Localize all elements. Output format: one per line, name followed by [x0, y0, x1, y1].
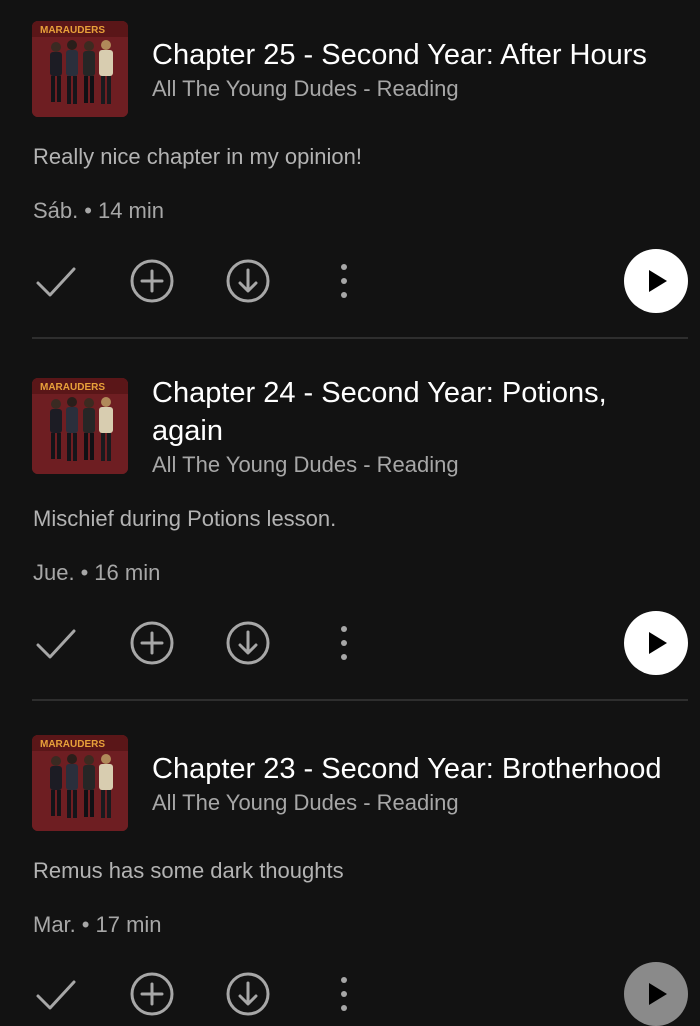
episode-cover-image [32, 735, 128, 831]
meta-separator: • [80, 560, 89, 585]
episode-meta: Jue. • 16 min [33, 559, 160, 587]
mark-played-button[interactable] [32, 619, 80, 667]
meta-separator: • [81, 912, 90, 937]
download-button[interactable] [224, 970, 272, 1018]
download-circle-icon [226, 621, 270, 665]
release-day: Sáb. [33, 198, 79, 223]
play-button[interactable] [624, 962, 688, 1026]
episode-title[interactable]: Chapter 23 - Second Year: Brotherhood [152, 750, 697, 788]
episode-meta: Sáb. • 14 min [33, 197, 164, 225]
plus-circle-icon [130, 259, 174, 303]
episode-item[interactable]: Chapter 25 - Second Year: After Hours Al… [0, 0, 700, 340]
more-vertical-icon [341, 264, 347, 298]
add-to-library-button[interactable] [128, 970, 176, 1018]
release-day: Mar. [33, 912, 76, 937]
more-options-button[interactable] [320, 970, 368, 1018]
episode-duration: 17 min [95, 912, 162, 937]
episode-item[interactable]: Chapter 24 - Second Year: Potions, again… [0, 340, 700, 702]
add-to-library-button[interactable] [128, 619, 176, 667]
episode-description: Mischief during Potions lesson. [33, 506, 337, 531]
show-name[interactable]: All The Young Dudes - Reading [152, 789, 459, 817]
episode-item[interactable]: Chapter 23 - Second Year: Brotherhood Al… [0, 702, 700, 1026]
play-button[interactable] [624, 611, 688, 675]
mark-played-button[interactable] [32, 970, 80, 1018]
plus-circle-icon [130, 972, 174, 1016]
episode-cover-image [32, 378, 128, 474]
play-icon [649, 270, 667, 292]
download-button[interactable] [224, 619, 272, 667]
episode-description: Remus has some dark thoughts [33, 858, 344, 883]
show-name[interactable]: All The Young Dudes - Reading [152, 75, 459, 103]
release-day: Jue. [33, 560, 75, 585]
check-icon [36, 267, 76, 297]
more-options-button[interactable] [320, 257, 368, 305]
check-icon [36, 980, 76, 1010]
add-to-library-button[interactable] [128, 257, 176, 305]
episode-description: Really nice chapter in my opinion! [33, 144, 362, 169]
more-vertical-icon [341, 626, 347, 660]
episode-meta: Mar. • 17 min [33, 911, 162, 939]
episode-duration: 14 min [97, 198, 165, 223]
episode-title[interactable]: Chapter 24 - Second Year: Potions, again [152, 374, 652, 450]
check-icon [36, 629, 76, 659]
episode-divider [32, 337, 688, 339]
meta-separator: • [84, 198, 92, 223]
play-icon [649, 632, 667, 654]
more-options-button[interactable] [320, 619, 368, 667]
more-vertical-icon [341, 977, 347, 1011]
mark-played-button[interactable] [32, 257, 80, 305]
show-name[interactable]: All The Young Dudes - Reading [152, 451, 459, 479]
download-button[interactable] [224, 257, 272, 305]
play-icon [649, 983, 667, 1005]
download-circle-icon [226, 259, 270, 303]
episode-divider [32, 699, 688, 701]
play-button[interactable] [624, 249, 688, 313]
download-circle-icon [226, 972, 270, 1016]
episode-duration: 16 min [94, 560, 161, 585]
plus-circle-icon [130, 621, 174, 665]
episode-cover-image [32, 21, 128, 117]
episode-title[interactable]: Chapter 25 - Second Year: After Hours [152, 36, 697, 74]
